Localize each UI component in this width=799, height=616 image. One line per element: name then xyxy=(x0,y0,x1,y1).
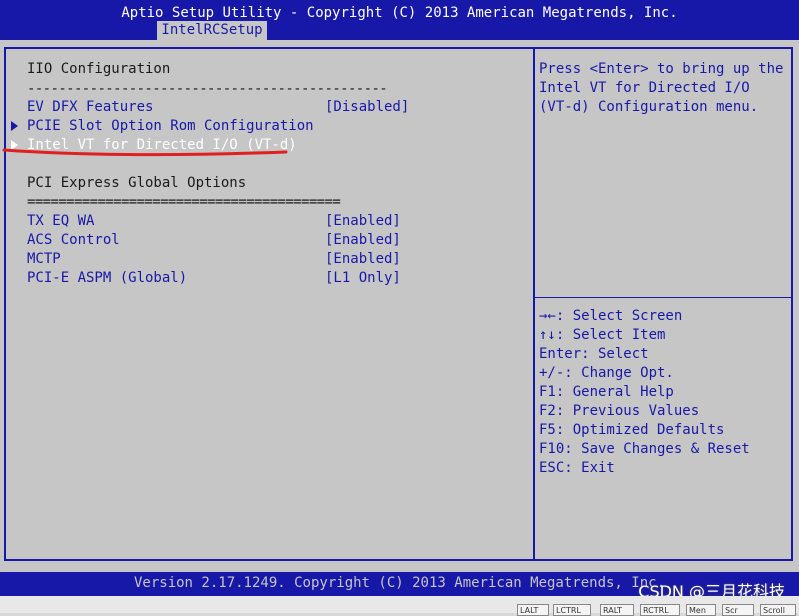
menu-item-pcie-aspm-global[interactable]: PCI-E ASPM (Global) xyxy=(27,269,187,288)
taskbar-key-menu[interactable]: Men xyxy=(686,604,716,616)
help-text-line-1: Press <Enter> to bring up the xyxy=(539,61,784,77)
key-hint-select-item: ↑↓: Select Item xyxy=(539,327,666,343)
taskbar-key-lalt[interactable]: LALT xyxy=(517,604,549,616)
menu-item-acs-control[interactable]: ACS Control xyxy=(27,231,120,250)
key-hint-f10: F10: Save Changes & Reset xyxy=(539,441,750,457)
menu-item-mctp[interactable]: MCTP xyxy=(27,250,61,269)
key-hint-enter: Enter: Select xyxy=(539,346,649,362)
taskbar-key-scroll[interactable]: Scroll xyxy=(760,604,796,616)
value-pcie-aspm-global[interactable]: [L1 Only] xyxy=(325,269,401,288)
key-hint-esc: ESC: Exit xyxy=(539,460,615,476)
key-hint-f2: F2: Previous Values xyxy=(539,403,700,419)
section-separator-pci-express: ======================================== xyxy=(27,194,341,210)
key-hint-f5: F5: Optimized Defaults xyxy=(539,422,725,438)
value-mctp[interactable]: [Enabled] xyxy=(325,250,401,269)
taskbar-key-ralt[interactable]: RALT xyxy=(600,604,634,616)
taskbar-key-rctrl[interactable]: RCTRL xyxy=(640,604,680,616)
help-text-line-2: Intel VT for Directed I/O xyxy=(539,80,750,96)
help-text-line-3: (VT-d) Configuration menu. xyxy=(539,99,759,115)
value-tx-eq-wa[interactable]: [Enabled] xyxy=(325,212,401,231)
value-acs-control[interactable]: [Enabled] xyxy=(325,231,401,250)
key-hint-f1: F1: General Help xyxy=(539,384,674,400)
menu-item-tx-eq-wa[interactable]: TX EQ WA xyxy=(27,212,94,231)
taskbar-key-lctrl[interactable]: LCTRL xyxy=(553,604,591,616)
section-title-pci-express: PCI Express Global Options xyxy=(27,175,247,191)
taskbar-key-scr[interactable]: Scr xyxy=(722,604,754,616)
key-hint-change-opt: +/-: Change Opt. xyxy=(539,365,674,381)
key-hint-select-screen: →←: Select Screen xyxy=(539,308,683,324)
